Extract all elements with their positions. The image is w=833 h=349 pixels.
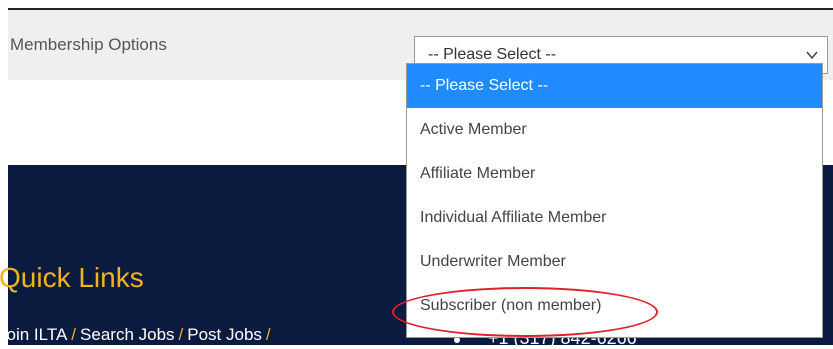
dropdown-option-subscriber[interactable]: Subscriber (non member) [407,284,822,328]
dropdown-option-underwriter-member[interactable]: Underwriter Member [407,240,822,284]
link-separator: / [265,325,271,344]
quick-links-heading: Quick Links [0,262,144,293]
footer-link-search-jobs[interactable]: Search Jobs [80,325,175,344]
dropdown-option-individual-affiliate-member[interactable]: Individual Affiliate Member [407,196,822,240]
dropdown-option-affiliate-member[interactable]: Affiliate Member [407,152,822,196]
link-separator: / [178,325,184,344]
dropdown-option-active-member[interactable]: Active Member [407,108,822,152]
membership-dropdown-list: -- Please Select -- Active Member Affili… [406,63,823,338]
dropdown-option-please-select[interactable]: -- Please Select -- [407,64,822,108]
footer-link-join[interactable]: Join ILTA [0,325,67,344]
link-separator: / [71,325,77,344]
chevron-down-icon [806,51,818,60]
membership-options-label: Membership Options [10,35,167,54]
footer-links: Join ILTA / Search Jobs / Post Jobs / [0,325,275,345]
select-current-value: -- Please Select -- [428,46,557,63]
footer-link-post-jobs[interactable]: Post Jobs [187,325,262,344]
